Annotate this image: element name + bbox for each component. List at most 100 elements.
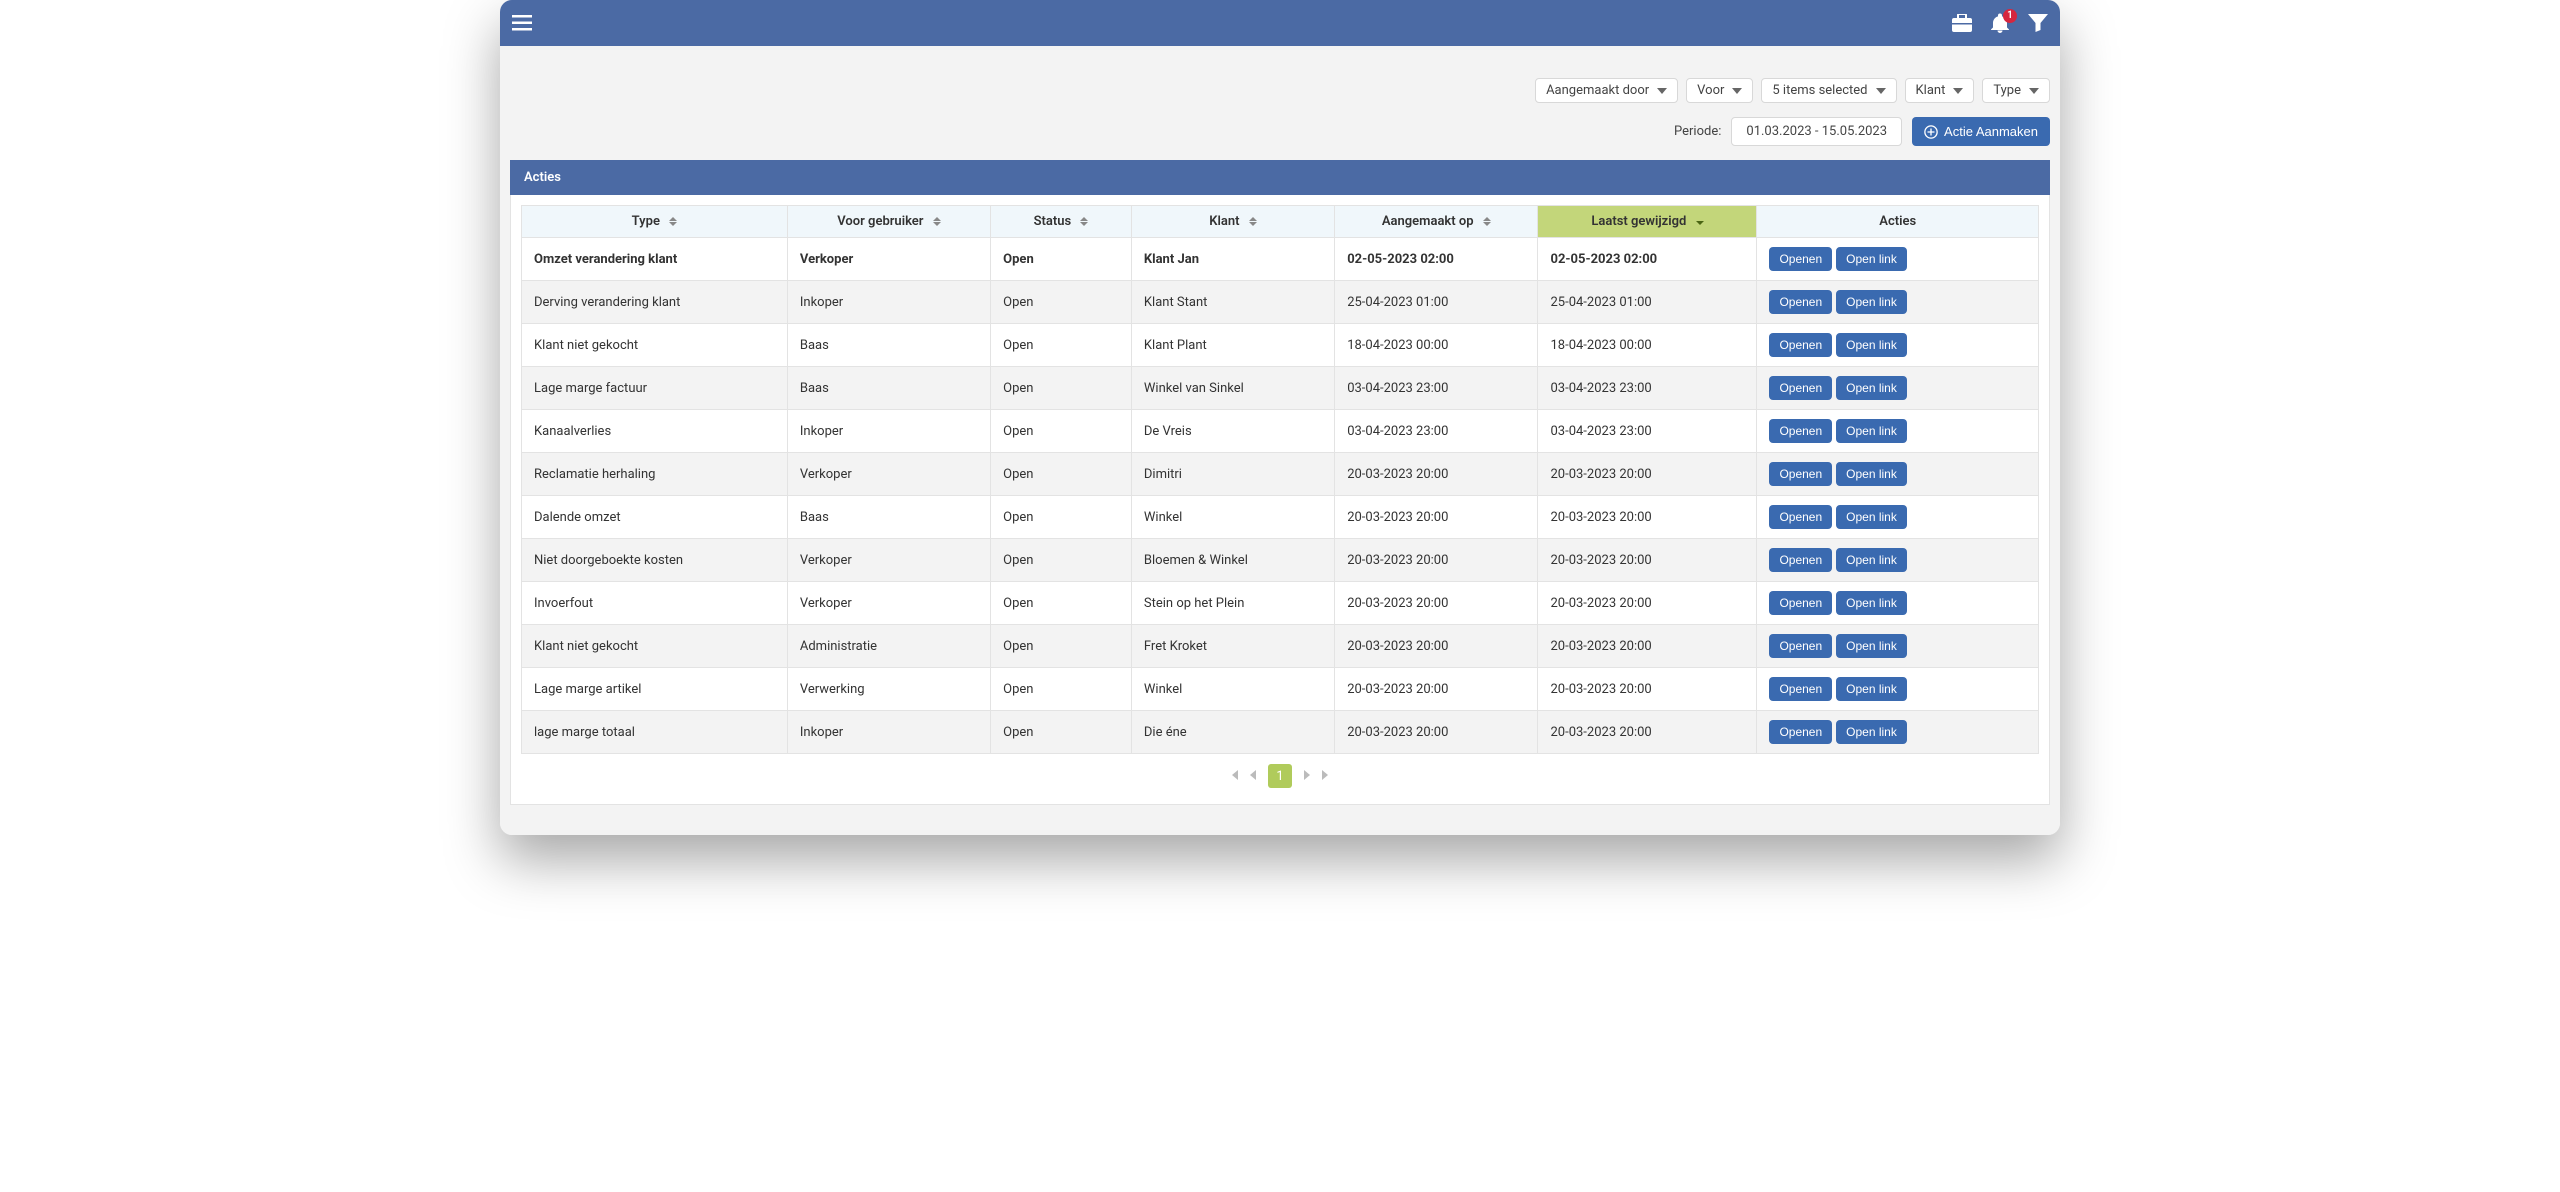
cell-status: Open bbox=[991, 367, 1132, 410]
filter-label: Voor bbox=[1697, 83, 1724, 98]
cell-actions: OpenenOpen link bbox=[1757, 453, 2039, 496]
cell-klant: Klant Stant bbox=[1131, 281, 1334, 324]
table-row: Klant niet gekochtBaasOpenKlant Plant18-… bbox=[522, 324, 2039, 367]
open-button[interactable]: Openen bbox=[1769, 634, 1832, 658]
cell-type: Klant niet gekocht bbox=[522, 625, 788, 668]
cell-modified: 25-04-2023 01:00 bbox=[1538, 281, 1757, 324]
table-title: Acties bbox=[510, 160, 2050, 195]
cell-actions: OpenenOpen link bbox=[1757, 711, 2039, 754]
table-container: Type Voor gebruiker Status Klant bbox=[510, 195, 2050, 805]
cell-modified: 20-03-2023 20:00 bbox=[1538, 668, 1757, 711]
cell-actions: OpenenOpen link bbox=[1757, 367, 2039, 410]
open-link-button[interactable]: Open link bbox=[1836, 419, 1907, 443]
cell-created: 18-04-2023 00:00 bbox=[1335, 324, 1538, 367]
open-link-button[interactable]: Open link bbox=[1836, 462, 1907, 486]
cell-user: Verwerking bbox=[787, 668, 990, 711]
column-header-actions: Acties bbox=[1757, 206, 2039, 238]
cell-created: 20-03-2023 20:00 bbox=[1335, 582, 1538, 625]
plus-circle-icon bbox=[1924, 125, 1938, 139]
open-link-button[interactable]: Open link bbox=[1836, 591, 1907, 615]
cell-status: Open bbox=[991, 668, 1132, 711]
cell-created: 03-04-2023 23:00 bbox=[1335, 367, 1538, 410]
table-row: Dalende omzetBaasOpenWinkel20-03-2023 20… bbox=[522, 496, 2039, 539]
cell-created: 25-04-2023 01:00 bbox=[1335, 281, 1538, 324]
last-page-icon bbox=[1322, 770, 1332, 780]
cell-user: Inkoper bbox=[787, 410, 990, 453]
open-button[interactable]: Openen bbox=[1769, 419, 1832, 443]
cell-status: Open bbox=[991, 410, 1132, 453]
open-button[interactable]: Openen bbox=[1769, 333, 1832, 357]
table-row: Lage marge artikelVerwerkingOpenWinkel20… bbox=[522, 668, 2039, 711]
filter-for[interactable]: Voor bbox=[1686, 78, 1753, 103]
open-link-button[interactable]: Open link bbox=[1836, 376, 1907, 400]
cell-type: Lage marge artikel bbox=[522, 668, 788, 711]
period-range-input[interactable]: 01.03.2023 - 15.05.2023 bbox=[1731, 117, 1902, 146]
open-button[interactable]: Openen bbox=[1769, 462, 1832, 486]
cell-klant: Die éne bbox=[1131, 711, 1334, 754]
column-header-status[interactable]: Status bbox=[991, 206, 1132, 238]
cell-modified: 18-04-2023 00:00 bbox=[1538, 324, 1757, 367]
open-link-button[interactable]: Open link bbox=[1836, 247, 1907, 271]
column-header-klant[interactable]: Klant bbox=[1131, 206, 1334, 238]
cell-klant: De Vreis bbox=[1131, 410, 1334, 453]
open-link-button[interactable]: Open link bbox=[1836, 333, 1907, 357]
menu-button[interactable] bbox=[512, 15, 532, 31]
filter-created-by[interactable]: Aangemaakt door bbox=[1535, 78, 1678, 103]
open-link-button[interactable]: Open link bbox=[1836, 548, 1907, 572]
pager-current-page[interactable]: 1 bbox=[1268, 764, 1292, 788]
open-button[interactable]: Openen bbox=[1769, 247, 1832, 271]
sort-desc-icon bbox=[1696, 219, 1704, 225]
open-link-button[interactable]: Open link bbox=[1836, 290, 1907, 314]
filter-type[interactable]: Type bbox=[1982, 78, 2050, 103]
column-label: Aangemaakt op bbox=[1382, 214, 1474, 229]
filter-button[interactable] bbox=[2028, 14, 2048, 32]
column-label: Status bbox=[1034, 214, 1072, 229]
cell-user: Verkoper bbox=[787, 582, 990, 625]
open-button[interactable]: Openen bbox=[1769, 290, 1832, 314]
sort-icon bbox=[1249, 217, 1257, 226]
column-header-for-user[interactable]: Voor gebruiker bbox=[787, 206, 990, 238]
open-link-button[interactable]: Open link bbox=[1836, 505, 1907, 529]
cell-user: Baas bbox=[787, 496, 990, 539]
first-page-icon bbox=[1228, 770, 1238, 780]
cell-type: Kanaalverlies bbox=[522, 410, 788, 453]
notifications-button[interactable]: 1 bbox=[1990, 13, 2010, 33]
pager-first[interactable] bbox=[1228, 769, 1238, 784]
open-button[interactable]: Openen bbox=[1769, 376, 1832, 400]
cell-created: 20-03-2023 20:00 bbox=[1335, 453, 1538, 496]
hamburger-icon bbox=[512, 15, 532, 31]
open-button[interactable]: Openen bbox=[1769, 505, 1832, 529]
cell-status: Open bbox=[991, 238, 1132, 281]
pager-next[interactable] bbox=[1302, 769, 1312, 784]
cell-type: Reclamatie herhaling bbox=[522, 453, 788, 496]
create-action-button[interactable]: Actie Aanmaken bbox=[1912, 117, 2050, 146]
cell-type: Derving verandering klant bbox=[522, 281, 788, 324]
filter-klant[interactable]: Klant bbox=[1905, 78, 1975, 103]
open-button[interactable]: Openen bbox=[1769, 548, 1832, 572]
open-button[interactable]: Openen bbox=[1769, 720, 1832, 744]
open-link-button[interactable]: Open link bbox=[1836, 677, 1907, 701]
funnel-icon bbox=[2028, 14, 2048, 32]
column-header-type[interactable]: Type bbox=[522, 206, 788, 238]
table-row: Klant niet gekochtAdministratieOpenFret … bbox=[522, 625, 2039, 668]
open-button[interactable]: Openen bbox=[1769, 591, 1832, 615]
open-link-button[interactable]: Open link bbox=[1836, 720, 1907, 744]
briefcase-button[interactable] bbox=[1952, 14, 1972, 32]
column-label: Type bbox=[632, 214, 660, 229]
cell-actions: OpenenOpen link bbox=[1757, 238, 2039, 281]
cell-klant: Stein op het Plein bbox=[1131, 582, 1334, 625]
open-button[interactable]: Openen bbox=[1769, 677, 1832, 701]
cell-type: Omzet verandering klant bbox=[522, 238, 788, 281]
pager-last[interactable] bbox=[1322, 769, 1332, 784]
filter-status[interactable]: 5 items selected bbox=[1761, 78, 1896, 103]
actions-table: Type Voor gebruiker Status Klant bbox=[521, 205, 2039, 754]
chevron-down-icon bbox=[2029, 86, 2039, 96]
column-header-modified[interactable]: Laatst gewijzigd bbox=[1538, 206, 1757, 238]
cell-modified: 20-03-2023 20:00 bbox=[1538, 582, 1757, 625]
column-header-created[interactable]: Aangemaakt op bbox=[1335, 206, 1538, 238]
cell-user: Verkoper bbox=[787, 453, 990, 496]
open-link-button[interactable]: Open link bbox=[1836, 634, 1907, 658]
sort-icon bbox=[1483, 217, 1491, 226]
cell-status: Open bbox=[991, 582, 1132, 625]
pager-prev[interactable] bbox=[1248, 769, 1258, 784]
